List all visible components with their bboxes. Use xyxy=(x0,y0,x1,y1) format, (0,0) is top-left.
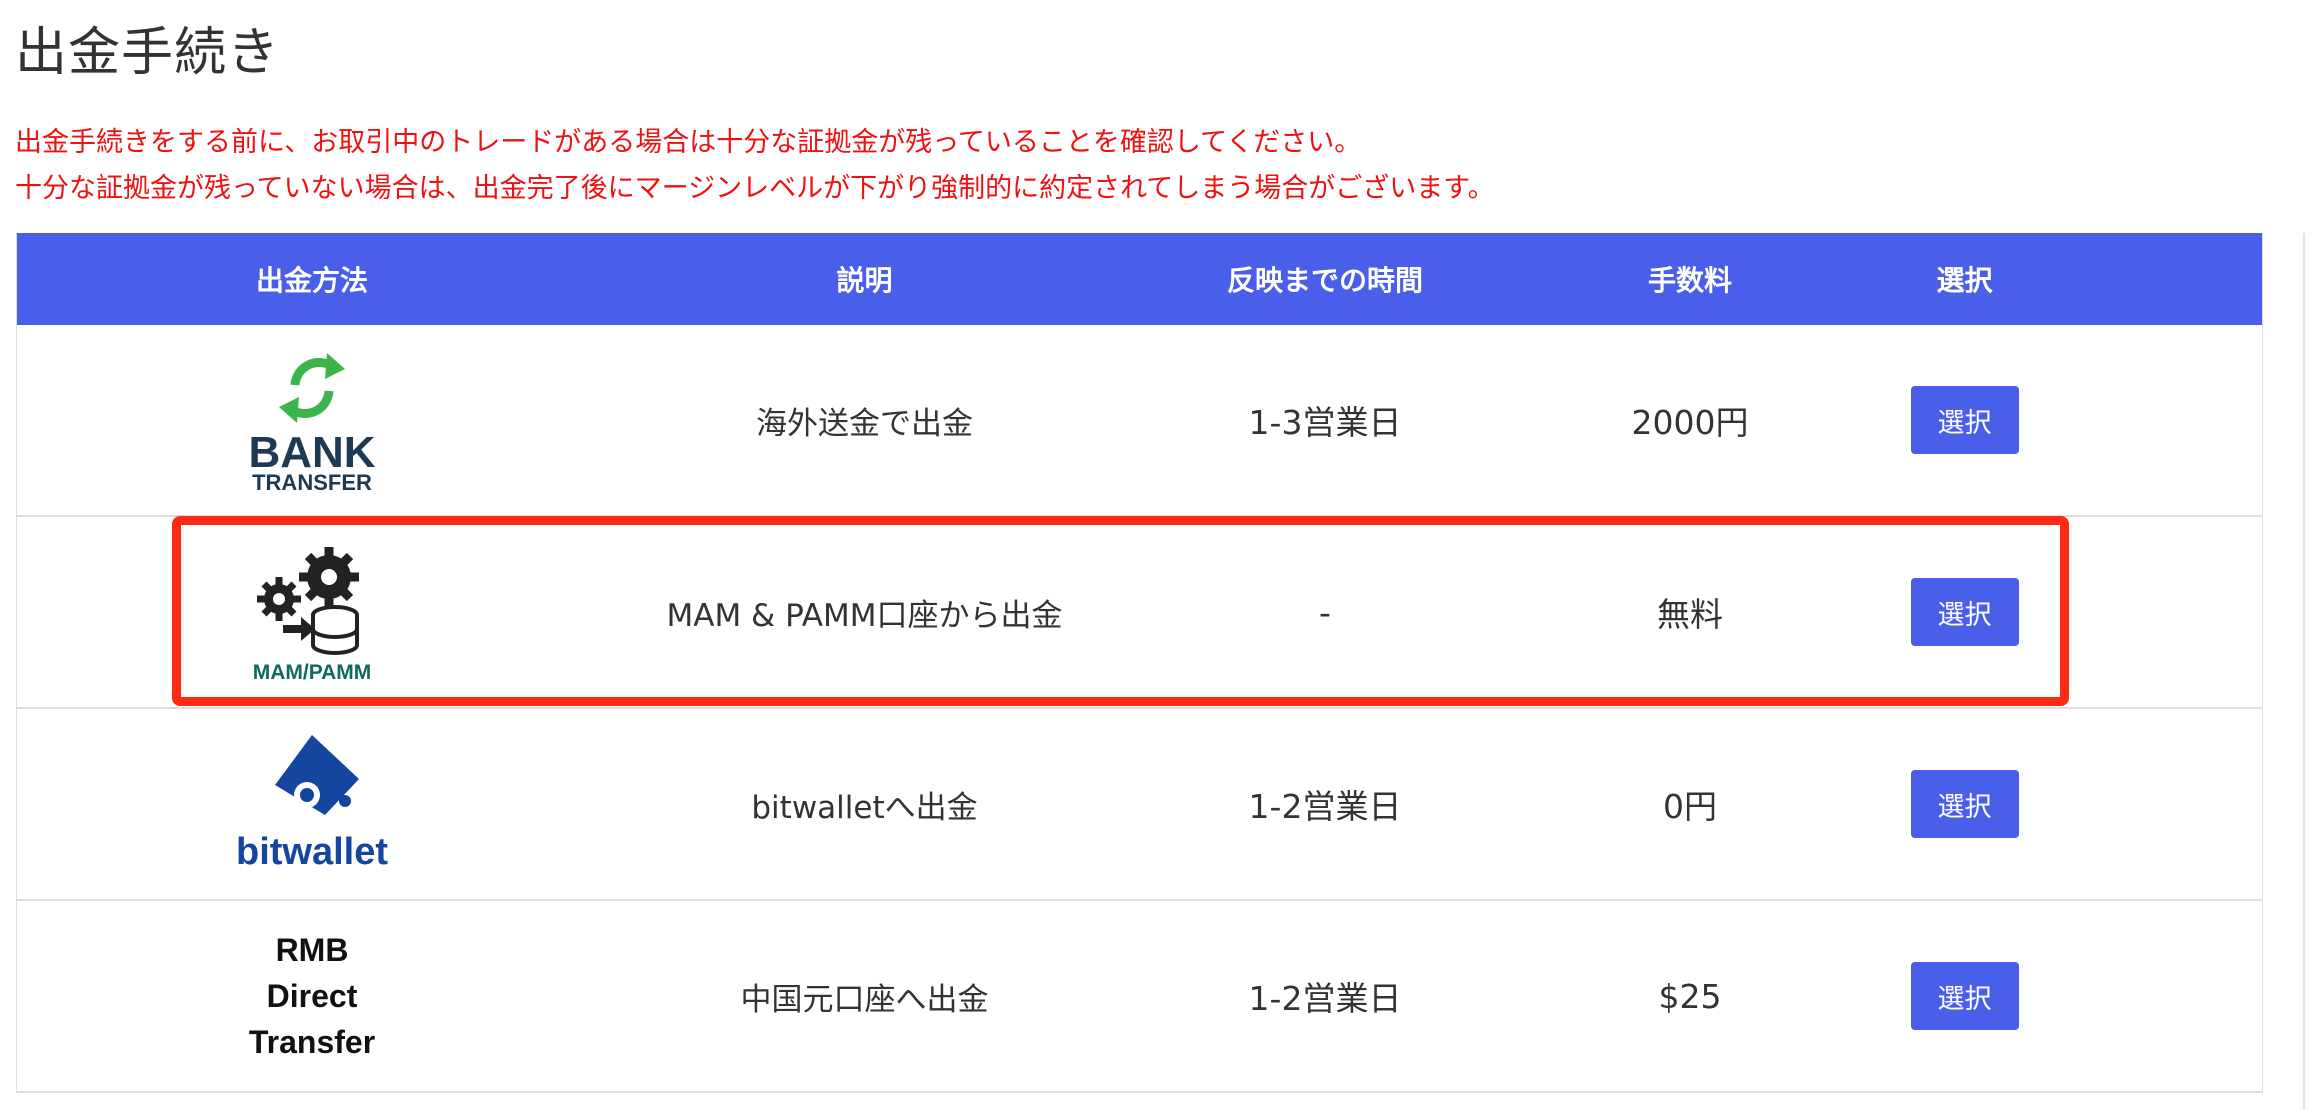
svg-text:MAM/PAMM: MAM/PAMM xyxy=(253,661,372,684)
description-cell: 中国元口座へ出金 xyxy=(740,981,989,1018)
mam-pamm-logo: MAM/PAMM xyxy=(253,547,372,684)
header-time: 反映までの時間 xyxy=(1226,264,1423,297)
select-button-rmb-direct-transfer[interactable]: 選択 xyxy=(1910,962,2019,1030)
table-row-rmb-direct-transfer: RMB Direct Transfer 中国元口座へ出金 1-2営業日 $25 … xyxy=(17,901,2262,1093)
header-description: 説明 xyxy=(836,264,893,297)
method-cell: bitwallet xyxy=(17,729,607,879)
time-cell: 1-3営業日 xyxy=(1248,403,1402,442)
notice-line-1: 出金手続きをする前に、お取引中のトレードがある場合は十分な証拠金が残っていること… xyxy=(15,127,1362,158)
time-cell: 1-2営業日 xyxy=(1248,979,1402,1018)
method-cell: MAM/PAMM xyxy=(17,537,607,687)
select-button-bank-transfer[interactable]: 選択 xyxy=(1910,386,2019,454)
table-row-bitwallet: bitwallet bitwalletへ出金 1-2営業日 0円 選択 xyxy=(17,709,2262,901)
description-cell: 海外送金で出金 xyxy=(756,405,973,442)
fee-cell: 無料 xyxy=(1657,595,1723,634)
header-fee: 手数料 xyxy=(1647,264,1732,297)
page-title: 出金手続き xyxy=(15,23,281,83)
rmb-direct-transfer-label: RMB Direct Transfer xyxy=(248,932,376,1060)
table-row-mam-pamm: MAM/PAMM MAM & PAMM口座から出金 - 無料 選択 xyxy=(17,517,2262,709)
scrollbar-track xyxy=(2303,233,2305,1110)
gears-database-icon xyxy=(257,547,359,655)
refresh-arrows-icon xyxy=(279,353,345,423)
select-button-mam-pamm[interactable]: 選択 xyxy=(1910,578,2019,646)
warning-notice: 出金手続きをする前に、お取引中のトレードがある場合は十分な証拠金が残っていること… xyxy=(15,120,1495,212)
description-cell: bitwalletへ出金 xyxy=(751,789,978,826)
svg-text:bitwallet: bitwallet xyxy=(236,831,388,873)
time-cell: 1-2営業日 xyxy=(1248,787,1402,826)
header-select: 選択 xyxy=(1936,264,1993,297)
fee-cell: 0円 xyxy=(1663,787,1717,826)
table-row-bank-transfer: BANK TRANSFER 海外送金で出金 1-3営業日 2000円 選択 xyxy=(17,325,2262,517)
header-method: 出金方法 xyxy=(255,264,368,297)
select-cell: 選択 xyxy=(1852,386,2077,454)
select-cell: 選択 xyxy=(1852,578,2077,646)
fee-cell: 2000円 xyxy=(1631,403,1749,442)
bank-transfer-logo: BANK TRANSFER xyxy=(248,353,376,495)
description-cell: MAM & PAMM口座から出金 xyxy=(666,597,1063,634)
select-button-bitwallet[interactable]: 選択 xyxy=(1910,770,2019,838)
fee-cell: $25 xyxy=(1658,976,1722,1016)
table-header: 出金方法 説明 反映までの時間 手数料 選択 xyxy=(17,233,2262,325)
time-cell: - xyxy=(1319,592,1331,632)
select-cell: 選択 xyxy=(1852,770,2077,838)
bitwallet-diamond-icon xyxy=(275,735,359,815)
withdrawal-methods-table: 出金方法 説明 反映までの時間 手数料 選択 BANK TRANSFER 海外送… xyxy=(16,233,2263,1093)
method-cell: BANK TRANSFER xyxy=(17,345,607,495)
svg-text:TRANSFER: TRANSFER xyxy=(252,470,372,495)
notice-line-2: 十分な証拠金が残っていない場合は、出金完了後にマージンレベルが下がり強制的に約定… xyxy=(15,173,1495,204)
select-cell: 選択 xyxy=(1852,962,2077,1030)
bitwallet-logo: bitwallet xyxy=(236,735,388,873)
method-cell: RMB Direct Transfer xyxy=(17,927,607,1065)
withdrawal-page: 出金手続き 出金手続きをする前に、お取引中のトレードがある場合は十分な証拠金が残… xyxy=(0,0,2314,1110)
